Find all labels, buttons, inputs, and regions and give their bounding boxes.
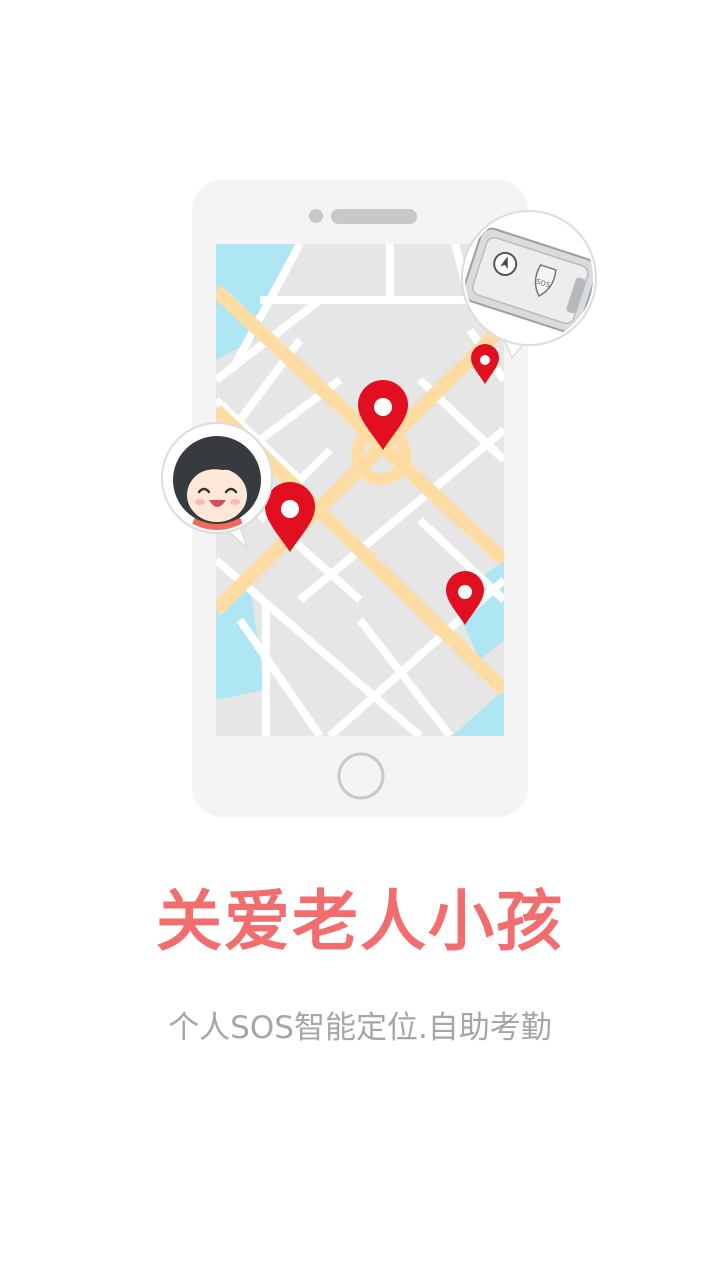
phone-camera xyxy=(309,209,323,223)
splash-subtitle: 个人SOS智能定位.自助考勤 xyxy=(168,1010,552,1046)
splash-illustration: SOS xyxy=(0,0,720,860)
phone-map-illustration: SOS xyxy=(161,180,597,817)
phone-speaker xyxy=(331,209,417,224)
splash-title: 关爱老人小孩 xyxy=(156,883,564,960)
